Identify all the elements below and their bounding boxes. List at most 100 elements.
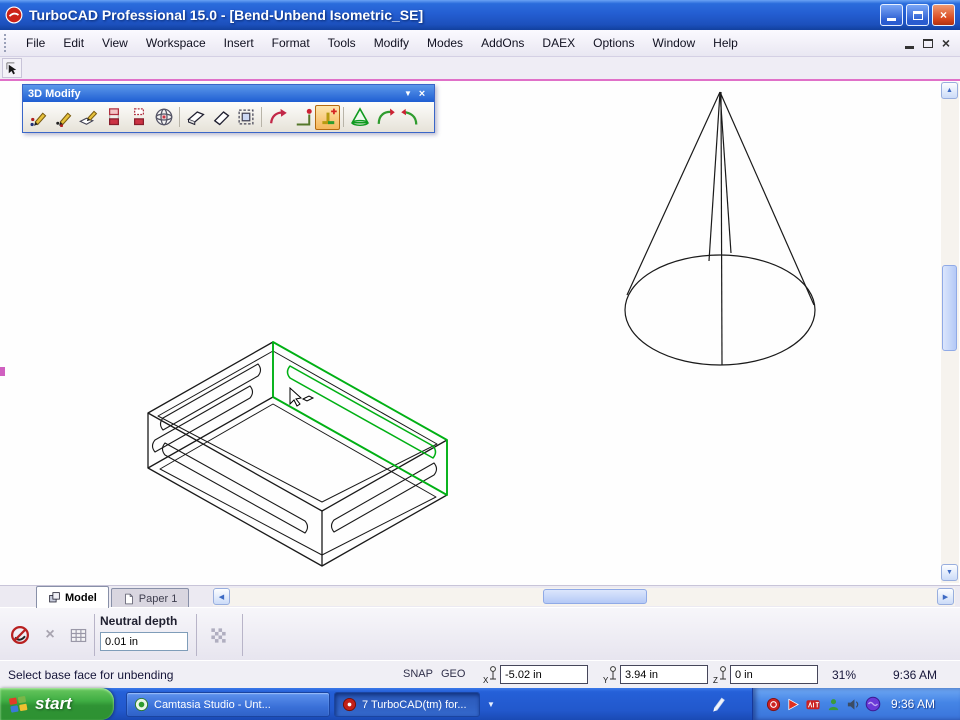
- boolean-subtract-button[interactable]: [126, 105, 151, 130]
- boolean-intersect-icon: [155, 108, 172, 126]
- tab-model[interactable]: Model: [36, 586, 109, 608]
- camtasia-icon: [134, 697, 149, 712]
- scroll-down-button[interactable]: ▼: [941, 564, 958, 581]
- neutral-depth-input[interactable]: [100, 632, 188, 651]
- messenger-arrow-icon[interactable]: [785, 696, 801, 712]
- minimize-button[interactable]: [880, 4, 903, 26]
- unbend-arc-icon: [400, 108, 417, 125]
- assemble-by-axis-button[interactable]: [51, 105, 76, 130]
- palette-close-button[interactable]: ×: [415, 87, 429, 100]
- separator: [196, 614, 197, 656]
- unbend-arc-button[interactable]: [397, 105, 422, 130]
- scroll-right-button[interactable]: ▶: [937, 588, 954, 605]
- cancel-icon: ×: [45, 626, 55, 643]
- menu-help[interactable]: Help: [704, 32, 747, 54]
- y-axis-pin-icon: Y: [603, 666, 616, 684]
- palette-title: 3D Modify: [28, 87, 81, 100]
- title-bar: TurboCAD Professional 15.0 - [Bend-Unben…: [0, 0, 960, 30]
- select-face-button[interactable]: [233, 105, 258, 130]
- mdi-restore-button[interactable]: [922, 38, 933, 48]
- cursor-tool-button[interactable]: [2, 58, 22, 78]
- volume-icon[interactable]: [845, 696, 861, 712]
- start-button[interactable]: start: [0, 688, 114, 720]
- mdi-minimize-button[interactable]: [904, 45, 914, 49]
- table-icon: [70, 628, 86, 642]
- palette-dropdown-button[interactable]: ▼: [401, 87, 415, 100]
- scroll-left-button[interactable]: ◀: [213, 588, 230, 605]
- unbend-button[interactable]: [315, 104, 340, 130]
- cone-button[interactable]: [347, 105, 372, 130]
- arrow-right-icon: ▶: [942, 593, 949, 601]
- mdi-close-button[interactable]: ×: [942, 36, 950, 50]
- menu-modify[interactable]: Modify: [365, 32, 418, 54]
- task-group-chevron[interactable]: ▼: [484, 692, 498, 717]
- close-button[interactable]: ×: [932, 4, 955, 26]
- menu-modes[interactable]: Modes: [418, 32, 472, 54]
- menu-file[interactable]: File: [17, 32, 54, 54]
- facet-delete-button[interactable]: [208, 105, 233, 130]
- menu-format[interactable]: Format: [263, 32, 319, 54]
- hatch-icon: [210, 627, 226, 643]
- boolean-intersect-button[interactable]: [151, 105, 176, 130]
- toolbar-separator: [179, 107, 180, 127]
- horizontal-scrollbar[interactable]: ◀ ▶: [213, 588, 955, 606]
- status-clock: 9:36 AM: [893, 668, 938, 682]
- svg-text:Z: Z: [713, 676, 718, 684]
- menu-options[interactable]: Options: [584, 32, 643, 54]
- menu-edit[interactable]: Edit: [54, 32, 93, 54]
- geo-toggle[interactable]: GEO: [441, 668, 465, 680]
- menu-workspace[interactable]: Workspace: [137, 32, 215, 54]
- palette-title-bar[interactable]: 3D Modify ▼ ×: [23, 85, 434, 102]
- menu-daex[interactable]: DAEX: [533, 32, 584, 54]
- task-turbocad-label: 7 TurboCAD(tm) for...: [362, 698, 467, 711]
- snap-toggle[interactable]: SNAP: [403, 668, 433, 680]
- bend-arc-button[interactable]: [372, 105, 397, 130]
- y-coordinate-input[interactable]: [620, 665, 708, 684]
- horizontal-scroll-thumb[interactable]: [543, 589, 647, 604]
- svg-text:Y: Y: [603, 676, 609, 684]
- bend-button[interactable]: [265, 105, 290, 130]
- task-camtasia[interactable]: Camtasia Studio - Unt...: [126, 692, 330, 717]
- modify-toolbar-palette: 3D Modify ▼ ×: [22, 84, 435, 133]
- vertical-scrollbar[interactable]: ▲ ▼: [941, 82, 959, 583]
- boolean-add-button[interactable]: [101, 105, 126, 130]
- scroll-up-button[interactable]: ▲: [941, 82, 958, 99]
- x-coordinate-input[interactable]: [500, 665, 588, 684]
- user-icon[interactable]: [825, 696, 841, 712]
- menu-view[interactable]: View: [93, 32, 137, 54]
- menu-addons[interactable]: AddOns: [472, 32, 533, 54]
- vertical-scroll-thumb[interactable]: [942, 265, 957, 351]
- toolbar-grip[interactable]: [4, 34, 9, 52]
- cancel-button[interactable]: ×: [38, 623, 62, 647]
- z-coordinate-input[interactable]: [730, 665, 818, 684]
- facet-offset-button[interactable]: [183, 105, 208, 130]
- slotted-box-wireframe[interactable]: [147, 341, 448, 567]
- task-turbocad[interactable]: 7 TurboCAD(tm) for...: [334, 692, 480, 717]
- ati-icon[interactable]: [805, 696, 821, 712]
- toolbar-separator: [261, 107, 262, 127]
- assemble-by-face-button[interactable]: [76, 105, 101, 130]
- menu-tools[interactable]: Tools: [319, 32, 365, 54]
- z-coordinate-group: Z: [713, 665, 818, 684]
- assemble-by-point-button[interactable]: [26, 105, 51, 130]
- purple-app-icon[interactable]: [865, 696, 881, 712]
- tab-paper-1[interactable]: Paper 1: [110, 588, 190, 608]
- restore-button[interactable]: [906, 4, 929, 26]
- cone-wireframe[interactable]: [624, 91, 816, 366]
- selection-info-button[interactable]: [66, 623, 90, 647]
- app-logo-icon: [5, 6, 23, 24]
- task-camtasia-label: Camtasia Studio - Unt...: [154, 698, 271, 711]
- menu-insert[interactable]: Insert: [215, 32, 263, 54]
- boolean-subtract-icon: [133, 108, 144, 126]
- turbocad-icon: [342, 697, 357, 712]
- hatch-button[interactable]: [206, 623, 230, 647]
- drawing-canvas[interactable]: 3D Modify ▼ × ▲ ▼: [0, 81, 960, 585]
- bend-by-angle-button[interactable]: [290, 105, 315, 130]
- no-selection-button[interactable]: [8, 623, 32, 647]
- recorder-icon[interactable]: [765, 696, 781, 712]
- paper-icon: [125, 593, 133, 604]
- start-label: start: [35, 694, 72, 713]
- zoom-level: 31%: [832, 668, 857, 682]
- pen-tool-tray-icon[interactable]: [710, 695, 727, 717]
- menu-window[interactable]: Window: [643, 32, 704, 54]
